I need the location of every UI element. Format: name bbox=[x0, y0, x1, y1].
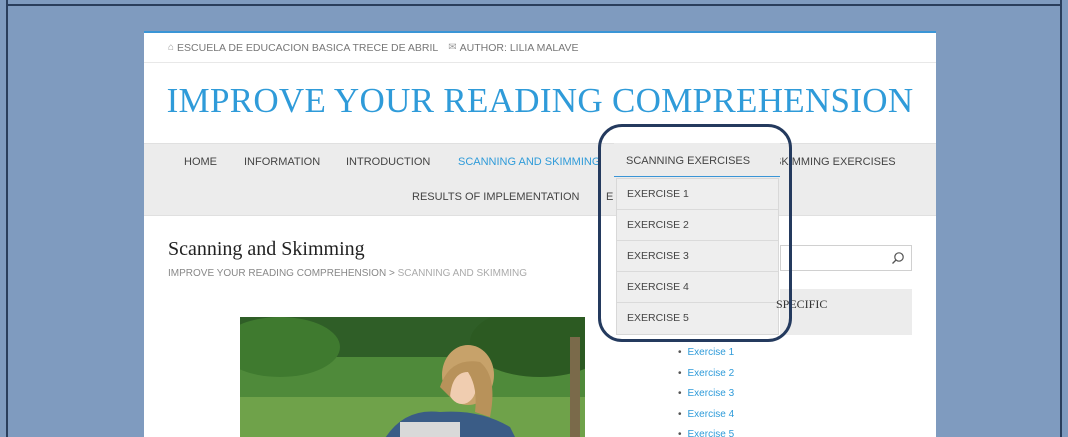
post-title: Scanning and Skimming bbox=[168, 238, 365, 260]
sidebar-link-exercise-1[interactable]: Exercise 1 bbox=[688, 347, 735, 358]
post-featured-image bbox=[240, 317, 585, 437]
main-navigation: HOME INFORMATION INTRODUCTION SCANNING A… bbox=[144, 143, 936, 216]
list-item: • Exercise 5 bbox=[678, 425, 734, 437]
sidebar-link-exercise-2[interactable]: Exercise 2 bbox=[688, 368, 735, 379]
outer-frame-top bbox=[6, 4, 1062, 6]
sidebar-link-exercise-5[interactable]: Exercise 5 bbox=[688, 429, 735, 437]
breadcrumb-home-link[interactable]: IMPROVE YOUR READING COMPREHENSION bbox=[168, 268, 386, 279]
school-label: ESCUELA DE EDUCACION BASICA TRECE DE ABR… bbox=[177, 41, 439, 54]
sidebar-link-exercise-4[interactable]: Exercise 4 bbox=[688, 409, 735, 420]
list-item: • Exercise 1 bbox=[678, 343, 734, 364]
nav-item-home[interactable]: HOME bbox=[184, 156, 217, 168]
sidebar-search-input[interactable] bbox=[780, 245, 912, 271]
annotation-highlight-frame bbox=[598, 124, 792, 342]
nav-item-information[interactable]: INFORMATION bbox=[244, 156, 320, 168]
outer-frame-left bbox=[6, 0, 8, 437]
bullet-icon: • bbox=[678, 367, 682, 379]
bullet-icon: • bbox=[678, 408, 682, 420]
bullet-icon: • bbox=[678, 388, 682, 399]
site-title[interactable]: IMPROVE YOUR READING COMPREHENSION bbox=[144, 81, 936, 121]
sidebar-link-exercise-3[interactable]: Exercise 3 bbox=[688, 388, 735, 399]
list-item: • Exercise 3 bbox=[678, 384, 734, 405]
bullet-icon: • bbox=[678, 429, 682, 437]
sidebar-exercise-list: • Exercise 1 • Exercise 2 • Exercise 3 • Exe… bbox=[678, 343, 734, 437]
bullet-icon: • bbox=[678, 347, 682, 358]
web-page: ⌂ ESCUELA DE EDUCACION BASICA TRECE DE A… bbox=[144, 31, 936, 437]
envelope-icon: ✉ bbox=[448, 42, 457, 53]
nav-item-introduction[interactable]: INTRODUCTION bbox=[346, 156, 430, 168]
author-label: AUTHOR: LILIA MALAVE bbox=[459, 41, 579, 54]
nav-item-scanning-and-skimming[interactable]: SCANNING AND SKIMMING bbox=[458, 156, 600, 168]
breadcrumb: IMPROVE YOUR READING COMPREHENSION > SCA… bbox=[168, 268, 527, 279]
search-icon[interactable] bbox=[891, 251, 905, 265]
sidebar-widget-header bbox=[780, 289, 912, 335]
nav-item-results-of-implementation[interactable]: RESULTS OF IMPLEMENTATION bbox=[412, 191, 579, 203]
top-bar: ⌂ ESCUELA DE EDUCACION BASICA TRECE DE A… bbox=[144, 33, 936, 63]
home-icon: ⌂ bbox=[168, 42, 175, 53]
list-item: • Exercise 2 bbox=[678, 364, 734, 385]
outer-frame-right bbox=[1060, 0, 1062, 437]
author-link[interactable]: ✉ AUTHOR: LILIA MALAVE bbox=[448, 42, 578, 54]
breadcrumb-separator: > bbox=[388, 268, 395, 279]
list-item: • Exercise 4 bbox=[678, 405, 734, 426]
school-link[interactable]: ⌂ ESCUELA DE EDUCACION BASICA TRECE DE A… bbox=[168, 42, 438, 54]
nav-item-skimming-exercises[interactable]: SKIMMING EXERCISES bbox=[774, 156, 896, 168]
breadcrumb-current: SCANNING AND SKIMMING bbox=[397, 268, 528, 279]
